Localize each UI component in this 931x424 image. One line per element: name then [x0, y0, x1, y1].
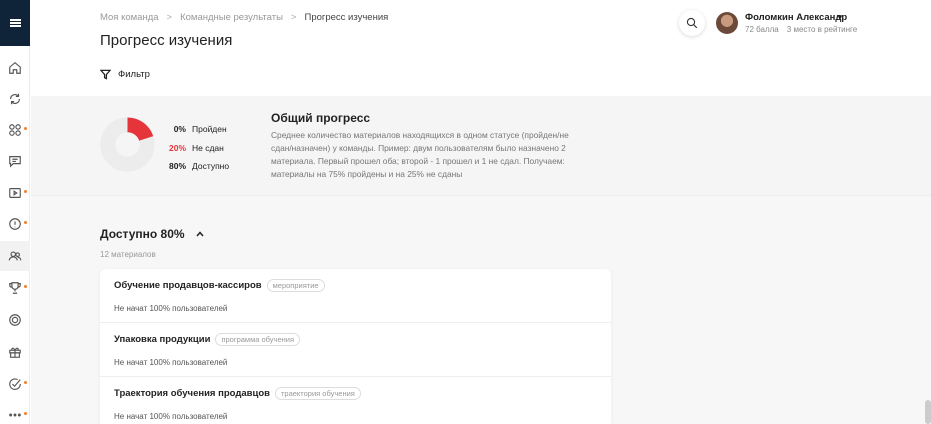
breadcrumb-item-results[interactable]: Командные результаты — [180, 12, 283, 23]
chat-icon[interactable] — [0, 146, 30, 176]
more-icon[interactable] — [0, 400, 30, 424]
home-icon[interactable] — [0, 53, 30, 83]
material-type-badge: мероприятие — [266, 279, 325, 292]
user-name[interactable]: Фоломкин Александр — [745, 12, 847, 23]
sync-icon[interactable] — [0, 84, 30, 114]
material-status: Не начат 100% пользователей — [114, 304, 228, 313]
progress-donut-chart — [100, 117, 155, 172]
chevron-down-icon[interactable]: ▼ — [836, 13, 844, 22]
team-icon[interactable] — [0, 241, 30, 271]
progress-legend: 0% Пройден 20% Не сдан 80% Доступно — [168, 120, 229, 176]
breadcrumb-item-team[interactable]: Моя команда — [100, 12, 159, 23]
legend-label: Не сдан — [192, 142, 224, 153]
section-title: Доступно 80% — [100, 227, 185, 241]
materials-list: Обучение продавцов-кассиров мероприятие … — [100, 269, 611, 424]
filter-button[interactable]: Фильтр — [100, 69, 150, 80]
grid-icon[interactable] — [0, 115, 30, 145]
trophy-icon[interactable] — [0, 273, 30, 303]
menu-button[interactable] — [0, 0, 30, 46]
search-icon — [686, 17, 698, 29]
user-meta: 72 балла 3 место в рейтинге — [745, 25, 857, 34]
list-item[interactable]: Траектория обучения продавцов траектория… — [100, 377, 611, 424]
legend-pct: 0% — [173, 124, 186, 135]
breadcrumb: Моя команда > Командные результаты > Про… — [100, 12, 388, 23]
page-title: Прогресс изучения — [100, 32, 233, 49]
section-toggle[interactable]: Доступно 80% — [100, 227, 205, 241]
material-type-badge: траектория обучения — [274, 387, 361, 400]
overall-progress-description: Среднее количество материалов находящихс… — [271, 130, 569, 179]
globe-icon[interactable] — [0, 305, 30, 335]
avatar[interactable] — [716, 12, 738, 34]
breadcrumb-item-current: Прогресс изучения — [304, 12, 389, 23]
legend-label: Доступно — [192, 161, 230, 172]
user-points: 72 балла — [745, 25, 779, 34]
material-status: Не начат 100% пользователей — [114, 412, 228, 421]
gift-icon[interactable] — [0, 337, 30, 367]
material-name[interactable]: Траектория обучения продавцов — [114, 388, 270, 399]
filter-label: Фильтр — [118, 69, 150, 80]
list-item[interactable]: Обучение продавцов-кассиров мероприятие … — [100, 269, 611, 323]
breadcrumb-separator-icon: > — [290, 12, 297, 23]
overall-progress-title: Общий прогресс — [271, 111, 371, 125]
filter-icon — [100, 69, 111, 80]
material-status: Не начат 100% пользователей — [114, 358, 228, 367]
info-icon[interactable] — [0, 209, 30, 239]
list-item[interactable]: Упаковка продукции программа обучения Не… — [100, 323, 611, 377]
material-name[interactable]: Упаковка продукции — [114, 334, 210, 345]
material-name[interactable]: Обучение продавцов-кассиров — [114, 280, 262, 291]
chevron-up-icon — [196, 231, 204, 237]
sidebar — [0, 0, 30, 424]
legend-label: Пройден — [192, 124, 227, 135]
user-rank: 3 место в рейтинге — [786, 25, 858, 34]
breadcrumb-separator-icon: > — [166, 12, 173, 23]
material-type-badge: программа обучения — [215, 333, 301, 346]
legend-row-failed: 20% Не сдан — [168, 139, 229, 158]
legend-pct: 20% — [168, 142, 186, 153]
play-icon[interactable] — [0, 178, 30, 208]
legend-pct: 80% — [168, 161, 186, 172]
scrollbar[interactable] — [925, 400, 931, 424]
search-button[interactable] — [679, 10, 705, 36]
check-icon[interactable] — [0, 369, 30, 399]
legend-row-available: 80% Доступно — [168, 157, 229, 176]
section-count: 12 материалов — [100, 250, 156, 259]
legend-row-passed: 0% Пройден — [168, 120, 229, 139]
